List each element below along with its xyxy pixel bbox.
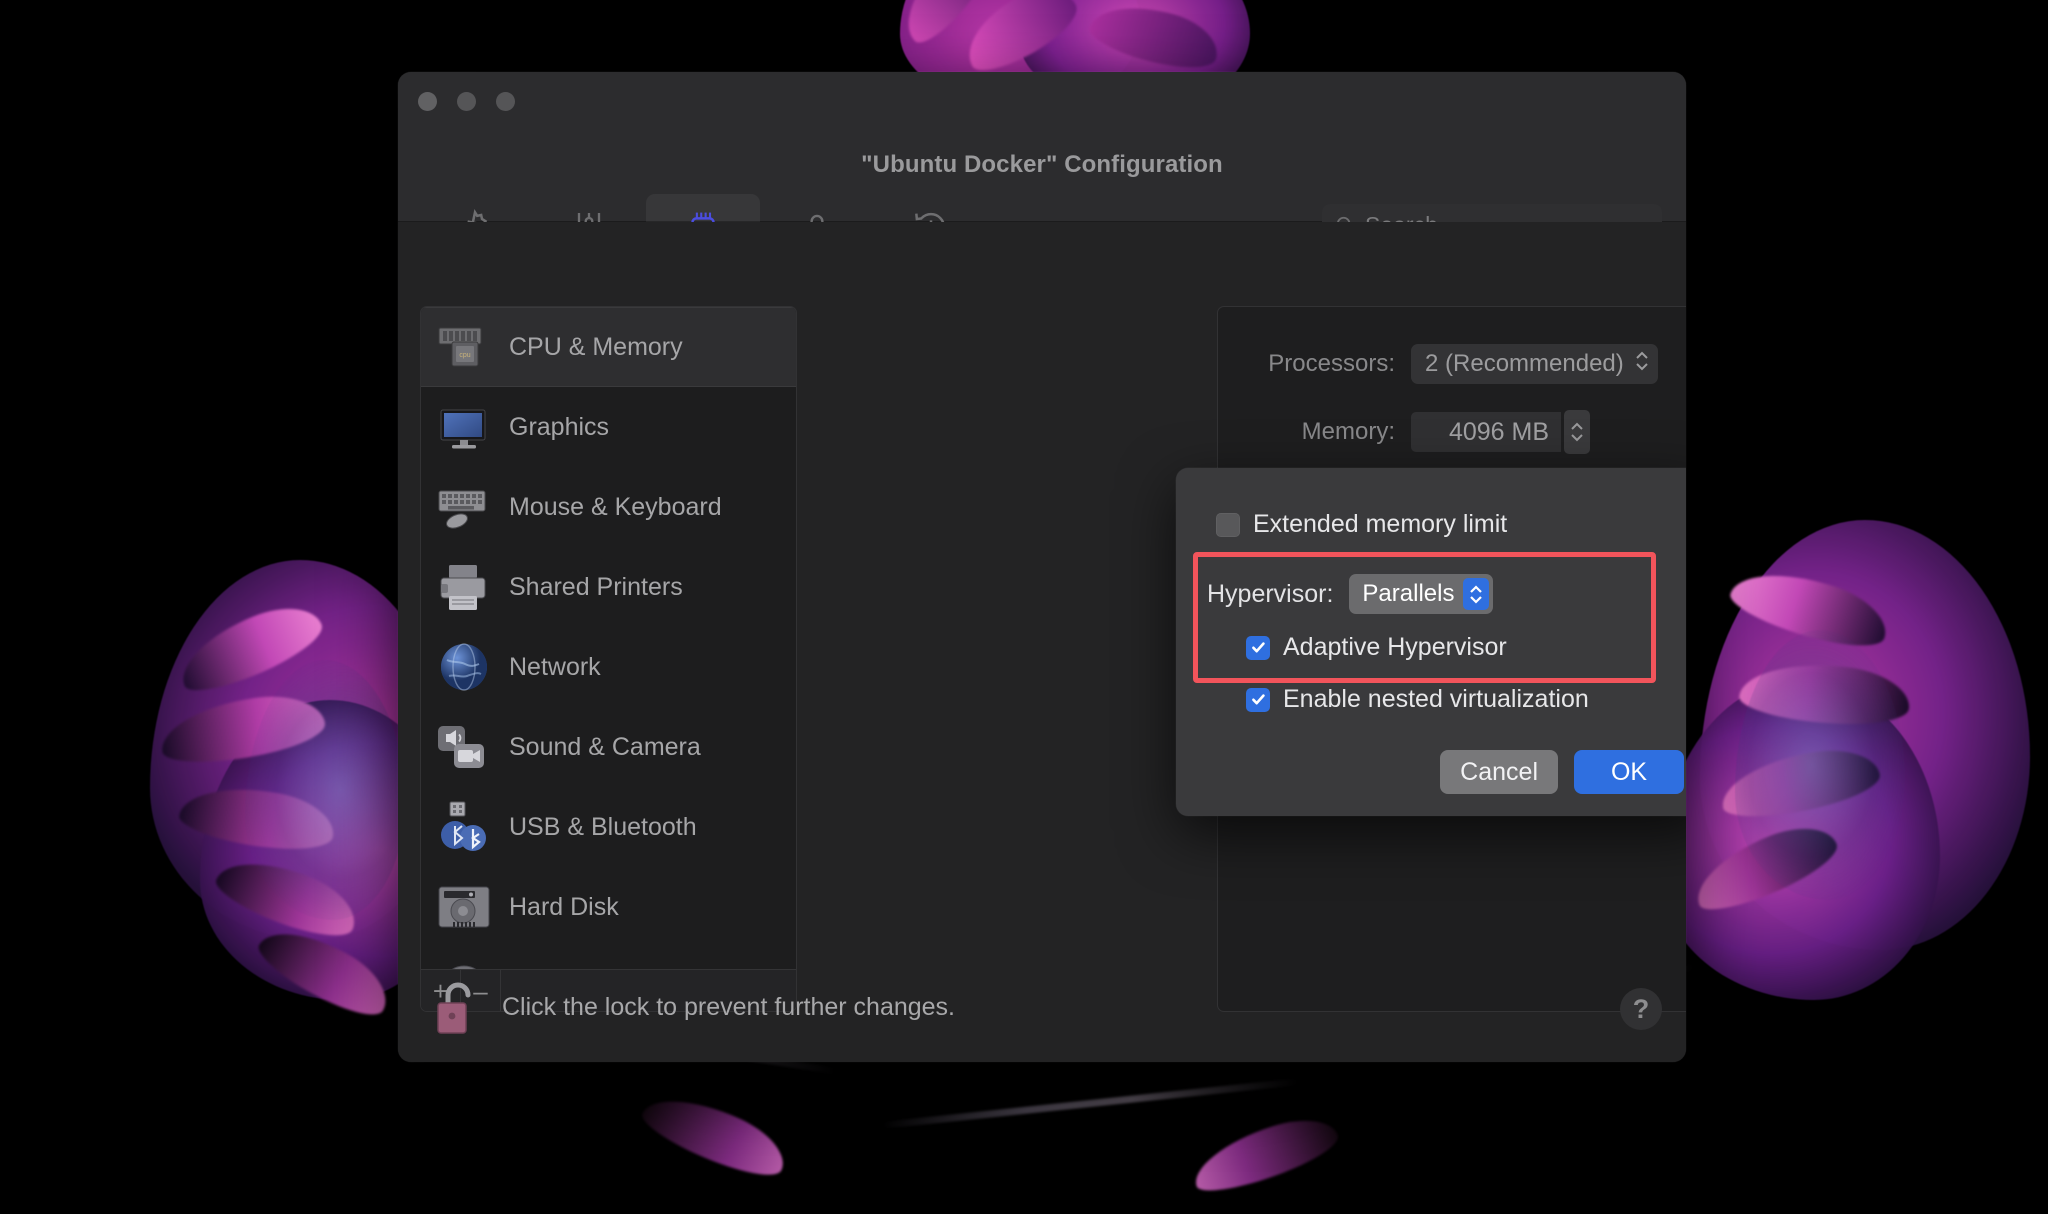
extended-memory-row[interactable]: Extended memory limit — [1216, 510, 1507, 539]
window-titlebar: "Ubuntu Docker" Configuration General — [398, 72, 1686, 286]
sidebar-item-label: CPU & Memory — [509, 332, 683, 361]
sidebar-item-mouse-keyboard[interactable]: Mouse & Keyboard — [421, 467, 796, 547]
minimize-button[interactable] — [457, 92, 476, 111]
flower-petal — [1186, 1107, 1344, 1201]
window-controls[interactable] — [418, 92, 515, 111]
sidebar-item-graphics[interactable]: Graphics — [421, 387, 796, 467]
hypervisor-label: Hypervisor: — [1207, 579, 1334, 608]
flower-petal — [636, 1081, 794, 1189]
ok-button[interactable]: OK — [1574, 750, 1684, 794]
processors-select[interactable]: 2 (Recommended) — [1411, 344, 1658, 384]
sound-camera-icon — [435, 718, 493, 776]
memory-input[interactable]: 4096 MB — [1411, 412, 1561, 452]
hypervisor-select[interactable]: Parallels — [1349, 574, 1494, 614]
hypervisor-row: Hypervisor: Parallels — [1207, 574, 1494, 614]
cpu-memory-icon: cpu — [435, 318, 493, 376]
sidebar-item-label: USB & Bluetooth — [509, 812, 697, 841]
hardware-device-list: cpu CPU & Memory Graphics Mouse & Keyboa… — [420, 306, 797, 1012]
svg-text:cpu: cpu — [459, 352, 470, 359]
chevron-updown-icon — [1463, 578, 1490, 610]
hypervisor-value: Parallels — [1362, 580, 1455, 607]
globe-icon — [435, 638, 493, 696]
processors-row: Processors: 2 (Recommended) — [1245, 344, 1658, 384]
sidebar-item-label: Shared Printers — [509, 572, 683, 601]
flower-stem — [880, 1078, 1300, 1129]
display-icon — [435, 398, 493, 456]
sidebar-item-hard-disk[interactable]: Hard Disk — [421, 867, 796, 947]
nested-virtualization-checkbox[interactable] — [1246, 687, 1270, 712]
sidebar-item-usb-bluetooth[interactable]: USB & Bluetooth — [421, 787, 796, 867]
sidebar-items: cpu CPU & Memory Graphics Mouse & Keyboa… — [421, 307, 796, 969]
memory-label: Memory: — [1301, 418, 1395, 445]
page-title: "Ubuntu Docker" Configuration — [861, 151, 1223, 178]
sidebar-item-label: Network — [509, 652, 601, 681]
hard-disk-icon — [435, 878, 493, 936]
sidebar-item-label: Hard Disk — [509, 892, 619, 921]
extended-memory-label: Extended memory limit — [1253, 510, 1508, 538]
lock-status-text: Click the lock to prevent further change… — [502, 993, 956, 1021]
memory-row: Memory: 4096 MB — [1245, 410, 1590, 454]
usb-bluetooth-icon — [435, 798, 493, 856]
chevron-updown-icon — [1634, 348, 1650, 381]
sidebar-item-label: Graphics — [509, 412, 610, 441]
help-button[interactable]: ? — [1620, 988, 1662, 1030]
sheet-button-bar: Cancel OK — [1440, 750, 1684, 794]
sidebar-item-sound-camera[interactable]: Sound & Camera — [421, 707, 796, 787]
nested-virtualization-label: Enable nested virtualization — [1283, 685, 1589, 713]
close-button[interactable] — [418, 92, 437, 111]
extended-memory-checkbox[interactable] — [1216, 512, 1240, 537]
nested-virtualization-row[interactable]: Enable nested virtualization — [1246, 685, 1589, 714]
printer-icon — [435, 558, 493, 616]
configuration-window: "Ubuntu Docker" Configuration General — [398, 72, 1686, 1062]
processors-label: Processors: — [1268, 350, 1395, 377]
hypervisor-highlight-box — [1193, 552, 1656, 683]
advanced-memory-sheet: Extended memory limit Hypervisor: Parall… — [1176, 468, 1686, 816]
adaptive-hypervisor-checkbox[interactable] — [1246, 635, 1270, 660]
unlocked-padlock-icon[interactable] — [432, 978, 486, 1038]
processors-value: 2 (Recommended) — [1425, 350, 1624, 377]
sidebar-item-shared-printers[interactable]: Shared Printers — [421, 547, 796, 627]
cancel-button[interactable]: Cancel — [1440, 750, 1558, 794]
sidebar-item-label: Sound & Camera — [509, 732, 701, 761]
zoom-button[interactable] — [496, 92, 515, 111]
memory-stepper[interactable] — [1564, 410, 1590, 454]
adaptive-hypervisor-label: Adaptive Hypervisor — [1283, 633, 1507, 661]
sidebar-item-cpu-memory[interactable]: cpu CPU & Memory — [421, 307, 796, 387]
adaptive-hypervisor-row[interactable]: Adaptive Hypervisor — [1246, 633, 1507, 662]
sidebar-item-network[interactable]: Network — [421, 627, 796, 707]
sidebar-item-label: Mouse & Keyboard — [509, 492, 722, 521]
keyboard-mouse-icon — [435, 478, 493, 536]
